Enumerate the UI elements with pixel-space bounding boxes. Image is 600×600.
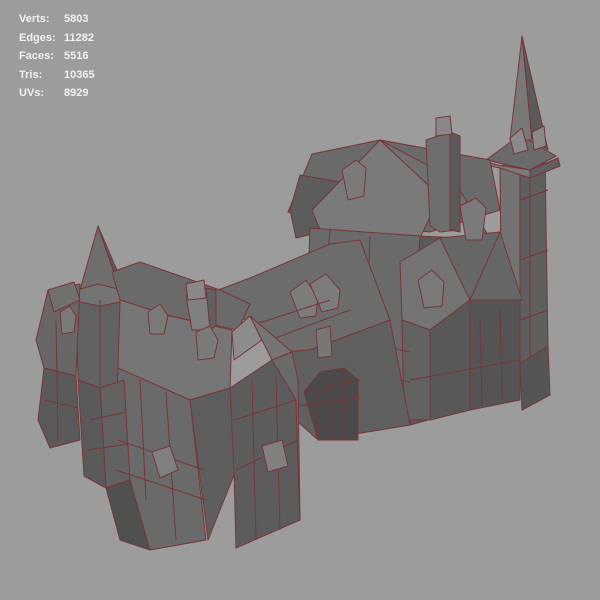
left-far-wing — [35, 281, 81, 449]
castle-mesh[interactable] — [0, 0, 600, 600]
3d-viewport[interactable]: Verts: 5803 Edges: 11282 Faces: 5516 Tri… — [0, 0, 600, 600]
